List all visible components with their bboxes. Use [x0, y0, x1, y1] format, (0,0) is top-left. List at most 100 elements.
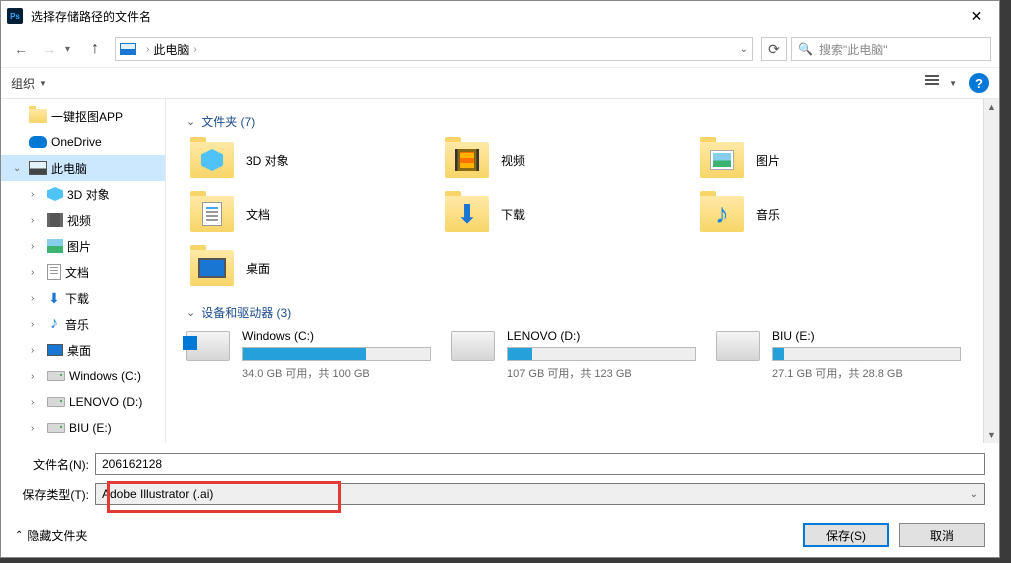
- drive-icon: [186, 331, 230, 361]
- close-button[interactable]: ✕: [954, 1, 999, 31]
- chevron-down-icon: ▼: [39, 79, 47, 88]
- tree-item-label: 3D 对象: [67, 186, 110, 203]
- chevron-down-icon[interactable]: ⌄: [740, 44, 748, 55]
- drive-usage-text: 107 GB 可用，共 123 GB: [507, 365, 696, 381]
- drives-group-header[interactable]: ⌄ 设备和驱动器 (3): [186, 304, 979, 321]
- scrollbar[interactable]: ▲ ▼: [983, 99, 999, 443]
- view-options-button[interactable]: ▼: [925, 75, 957, 91]
- tree-item-label: 桌面: [67, 342, 91, 359]
- chevron-right-icon: ›: [146, 44, 149, 55]
- tree-item-label: 一键抠图APP: [51, 108, 123, 125]
- folder-icon: [190, 142, 234, 178]
- chevron-down-icon: ⌄: [186, 306, 195, 319]
- expand-caret-icon: ›: [31, 293, 43, 304]
- scroll-down-icon[interactable]: ▼: [984, 427, 999, 443]
- tree-item[interactable]: ›⬇下载: [1, 285, 165, 311]
- tree-item-label: Windows (C:): [69, 369, 141, 383]
- expand-caret-icon: ⌄: [13, 163, 25, 174]
- tree-item[interactable]: › 视频: [1, 207, 165, 233]
- chevron-right-icon: ›: [193, 44, 196, 55]
- history-dropdown[interactable]: ▾: [65, 44, 79, 55]
- search-icon: 🔍: [798, 42, 813, 56]
- tree-item-label: 下载: [65, 290, 89, 307]
- tree-item[interactable]: › 桌面: [1, 337, 165, 363]
- expand-caret-icon: ›: [31, 241, 43, 252]
- chevron-down-icon: ⌄: [186, 115, 195, 128]
- folder-icon: [700, 142, 744, 178]
- forward-button[interactable]: →: [37, 37, 61, 61]
- tree-item-label: LENOVO (D:): [69, 395, 142, 409]
- expand-caret-icon: ›: [31, 345, 43, 356]
- tree-item[interactable]: ⌄ 此电脑: [1, 155, 165, 181]
- search-placeholder: 搜索"此电脑": [819, 41, 888, 58]
- photoshop-icon: Ps: [7, 8, 23, 24]
- expand-caret-icon: ›: [31, 397, 43, 408]
- search-input[interactable]: 🔍 搜索"此电脑": [791, 37, 991, 61]
- refresh-button[interactable]: ⟳: [761, 37, 787, 61]
- expand-caret-icon: ›: [31, 189, 43, 200]
- folder-item[interactable]: ♪音乐: [696, 192, 931, 236]
- filetype-label: 保存类型(T):: [15, 486, 95, 503]
- tree-item-label: 视频: [67, 212, 91, 229]
- pc-icon: [120, 43, 136, 55]
- save-dialog: Ps 选择存储路径的文件名 ✕ ← → ▾ ↑ › 此电脑 › ⌄ ⟳ 🔍 搜索…: [0, 0, 1000, 558]
- address-location: 此电脑: [153, 41, 189, 58]
- drive-icon: [716, 331, 760, 361]
- folder-item[interactable]: 桌面: [186, 246, 421, 290]
- drive-item[interactable]: Windows (C:)34.0 GB 可用，共 100 GB: [186, 329, 431, 381]
- tree-item[interactable]: ›Windows (C:): [1, 363, 165, 389]
- save-button[interactable]: 保存(S): [803, 523, 889, 547]
- tree-item[interactable]: ›♪音乐: [1, 311, 165, 337]
- folder-icon: [190, 196, 234, 232]
- folder-label: 桌面: [246, 260, 270, 277]
- filename-label: 文件名(N):: [15, 456, 95, 473]
- up-button[interactable]: ↑: [83, 37, 107, 61]
- folder-item[interactable]: ⬇ 下载: [441, 192, 676, 236]
- drive-item[interactable]: BIU (E:) 27.1 GB 可用，共 28.8 GB: [716, 329, 961, 381]
- drive-usage-bar: [772, 347, 961, 361]
- cancel-button[interactable]: 取消: [899, 523, 985, 547]
- folder-item[interactable]: 文档: [186, 192, 421, 236]
- window-title: 选择存储路径的文件名: [31, 8, 954, 25]
- back-button[interactable]: ←: [9, 37, 33, 61]
- tree-item[interactable]: › LENOVO (D:): [1, 389, 165, 415]
- drive-name: Windows (C:): [242, 329, 431, 343]
- organize-menu[interactable]: 组织 ▼: [11, 75, 47, 92]
- tree-item-label: BIU (E:): [69, 421, 112, 435]
- drive-item[interactable]: LENOVO (D:) 107 GB 可用，共 123 GB: [451, 329, 696, 381]
- tree-item[interactable]: 一键抠图APP: [1, 103, 165, 129]
- filetype-select[interactable]: Adobe Illustrator (.ai) ⌄: [95, 483, 985, 505]
- drive-usage-bar: [242, 347, 431, 361]
- main-content: ⌄ 文件夹 (7) 3D 对象 视频 图片文档 ⬇ 下载 ♪音乐桌面 ⌄ 设备和驱动器 (…: [166, 99, 999, 443]
- chevron-down-icon: ⌄: [970, 489, 978, 500]
- tree-item[interactable]: OneDrive: [1, 129, 165, 155]
- drive-name: LENOVO (D:): [507, 329, 696, 343]
- scroll-up-icon[interactable]: ▲: [984, 99, 999, 115]
- chevron-down-icon: ▼: [949, 79, 957, 88]
- tree-item[interactable]: ›BIU (E:): [1, 415, 165, 441]
- folder-label: 图片: [756, 152, 780, 169]
- tree-item[interactable]: › 3D 对象: [1, 181, 165, 207]
- folder-icon: ⬇: [445, 196, 489, 232]
- folder-label: 3D 对象: [246, 152, 289, 169]
- folder-label: 视频: [501, 152, 525, 169]
- folder-item[interactable]: 图片: [696, 138, 931, 182]
- hide-folders-button[interactable]: ⌃ 隐藏文件夹: [15, 527, 87, 544]
- folders-group-header[interactable]: ⌄ 文件夹 (7): [186, 113, 979, 130]
- filename-input[interactable]: [95, 453, 985, 475]
- toolbar: 组织 ▼ ▼ ?: [1, 67, 999, 99]
- help-button[interactable]: ?: [969, 73, 989, 93]
- tree-item-label: 此电脑: [51, 160, 87, 177]
- folder-icon: [445, 142, 489, 178]
- address-bar[interactable]: › 此电脑 › ⌄: [115, 37, 753, 61]
- tree-item[interactable]: ›文档: [1, 259, 165, 285]
- tree-item-label: 文档: [65, 264, 89, 281]
- folder-item[interactable]: 3D 对象: [186, 138, 421, 182]
- drive-usage-text: 27.1 GB 可用，共 28.8 GB: [772, 365, 961, 381]
- expand-caret-icon: ›: [31, 215, 43, 226]
- body-area: 一键抠图APPOneDrive⌄此电脑›3D 对象›视频›图片›文档›⬇下载›♪…: [1, 99, 999, 443]
- folder-label: 下载: [501, 206, 525, 223]
- drive-name: BIU (E:): [772, 329, 961, 343]
- folder-item[interactable]: 视频: [441, 138, 676, 182]
- tree-item[interactable]: ›图片: [1, 233, 165, 259]
